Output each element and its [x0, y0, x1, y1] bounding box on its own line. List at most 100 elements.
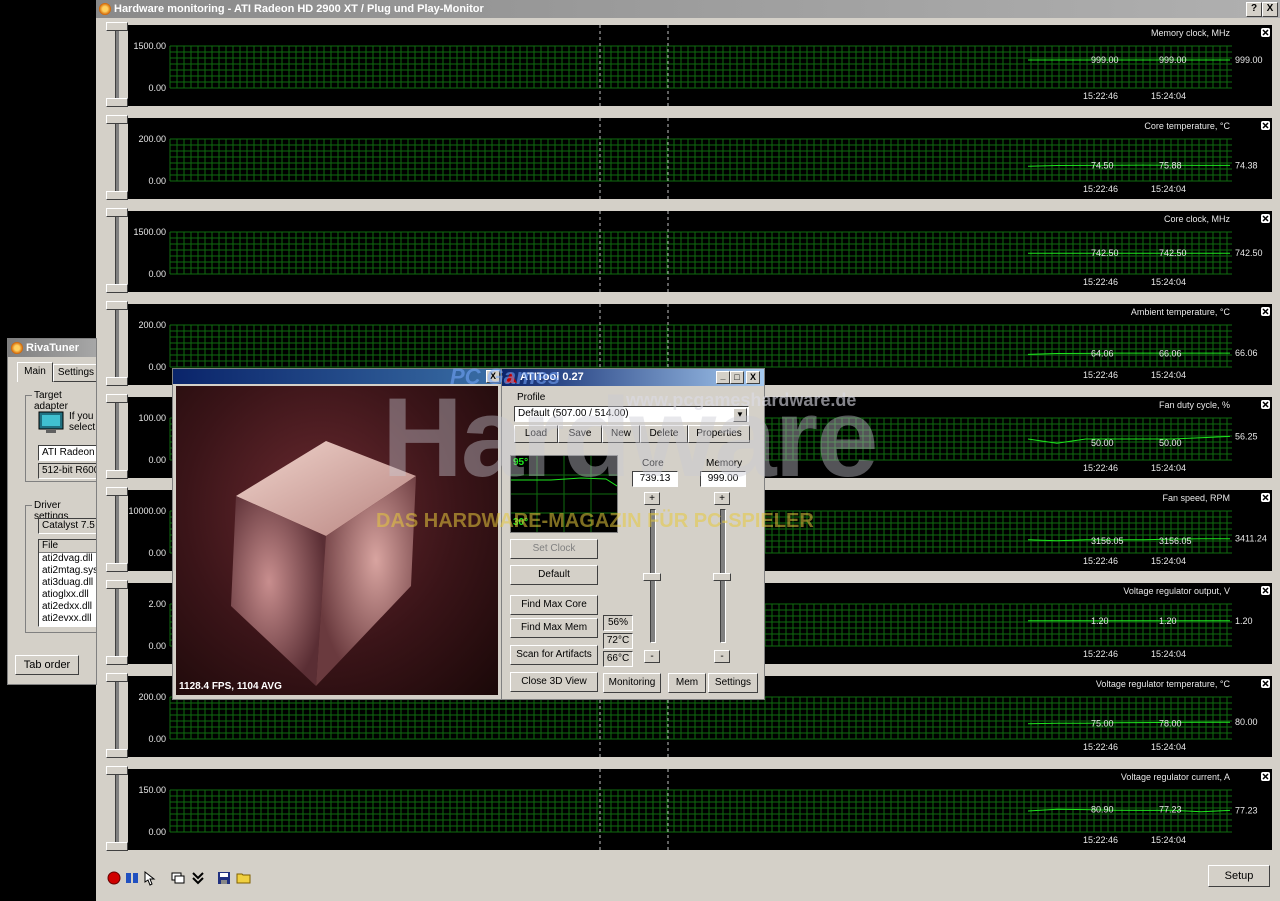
graph-slider-knob[interactable] [106, 377, 128, 386]
atitool-title-bar[interactable]: ATITool 0.27 _ □ X [502, 369, 764, 386]
settings-button[interactable]: Settings [708, 673, 758, 693]
record-icon[interactable] [106, 870, 122, 886]
graph-slider-knob[interactable] [106, 842, 128, 851]
3d-view-title-bar[interactable] [173, 369, 502, 384]
graph-current-value: 66.06 [1235, 348, 1258, 358]
memory-slider-thumb[interactable] [713, 573, 731, 581]
graph-cursor-value: 75.00 [1091, 718, 1114, 728]
adapter-name-field[interactable]: ATI Radeon [38, 445, 96, 461]
close-3d-view-button[interactable]: Close 3D View [510, 672, 598, 692]
save-icon[interactable] [216, 870, 232, 886]
graph-cursor-value: 742.50 [1159, 248, 1187, 258]
graph-range-slider[interactable] [115, 676, 119, 756]
collapse-icon[interactable] [190, 870, 206, 886]
target-adapter-label: Target adapter [32, 390, 96, 412]
mem-button[interactable]: Mem [668, 673, 706, 693]
file-list-item[interactable]: ati3duag.dll [39, 577, 96, 589]
graph-slider-knob[interactable] [106, 470, 128, 479]
scan-artifacts-button[interactable]: Scan for Artifacts [510, 645, 598, 665]
file-list-item[interactable]: ati2edxx.dll [39, 601, 96, 613]
graph-slider-knob[interactable] [106, 673, 128, 682]
graph-slider-knob[interactable] [106, 580, 128, 589]
tab-order-button[interactable]: Tab order [15, 655, 79, 675]
graph-ymax-label: 100.00 [138, 413, 166, 423]
memory-plus-button[interactable]: + [714, 492, 730, 505]
file-list-item[interactable]: ati2mtag.sys [39, 565, 96, 577]
chevron-down-icon[interactable]: ▼ [733, 408, 747, 422]
tab-settings[interactable]: Settings [53, 364, 96, 382]
3d-view-close-button[interactable]: X [486, 370, 500, 383]
rivatuner-title-bar[interactable]: RivaTuner [8, 339, 96, 357]
monitoring-button[interactable]: Monitoring [603, 673, 661, 693]
close-button[interactable]: X [1262, 2, 1278, 17]
file-list-item[interactable]: ati2evxx.dll [39, 613, 96, 625]
delete-profile-button[interactable]: Delete [640, 425, 688, 443]
save-profile-button[interactable]: Save [558, 425, 602, 443]
graph-range-slider[interactable] [115, 769, 119, 849]
set-clock-button[interactable]: Set Clock [510, 539, 598, 559]
graph-slider-knob[interactable] [106, 22, 128, 31]
file-column-header[interactable]: File [39, 540, 96, 553]
graph-slider-knob[interactable] [106, 563, 128, 572]
graph-range-slider[interactable] [115, 490, 119, 570]
find-max-mem-button[interactable]: Find Max Mem [510, 618, 598, 638]
graph-range-slider[interactable] [115, 118, 119, 198]
monitor-icon [38, 411, 64, 433]
graph-slider-knob[interactable] [106, 487, 128, 496]
core-slider-thumb[interactable] [643, 573, 661, 581]
core-minus-button[interactable]: - [644, 650, 660, 663]
core-clock-field[interactable]: 739.13 [632, 471, 678, 487]
maximize-button[interactable]: □ [730, 371, 744, 384]
new-profile-button[interactable]: New [602, 425, 640, 443]
file-list-item[interactable]: atioglxx.dll [39, 589, 96, 601]
driver-file-list[interactable]: File ati2dvag.dll ati2mtag.sys ati3duag.dl… [38, 539, 96, 627]
load-profile-button[interactable]: Load [514, 425, 558, 443]
open-folder-icon[interactable] [236, 870, 252, 886]
atitool-close-button[interactable]: X [746, 371, 760, 384]
profile-select[interactable]: Default (507.00 / 514.00) ▼ [514, 406, 749, 422]
graph-ymax-label: 2.00 [148, 599, 166, 609]
core-plus-button[interactable]: + [644, 492, 660, 505]
graph-slider-knob[interactable] [106, 301, 128, 310]
graph-range-slider[interactable] [115, 25, 119, 105]
graph-slider-knob[interactable] [106, 115, 128, 124]
graph-current-value: 1.20 [1235, 616, 1253, 626]
memory-clock-field[interactable]: 999.00 [700, 471, 746, 487]
title-bar[interactable]: Hardware monitoring - ATI Radeon HD 2900… [96, 0, 1280, 18]
graph-slider-knob[interactable] [106, 98, 128, 107]
find-max-core-button[interactable]: Find Max Core [510, 595, 598, 615]
graph-slider-knob[interactable] [106, 749, 128, 758]
temp-max-label: 95° [513, 457, 529, 468]
graph-slider-knob[interactable] [106, 394, 128, 403]
minimize-button[interactable]: _ [716, 371, 730, 384]
graph-ymin-label: 0.00 [148, 362, 166, 372]
help-button[interactable]: ? [1246, 2, 1262, 17]
driver-version-field: Catalyst 7.5 [38, 518, 96, 534]
file-list-item[interactable]: ati2dvag.dll [39, 553, 96, 565]
graph-ymax-label: 10000.00 [128, 506, 166, 516]
pause-icon[interactable] [124, 870, 140, 886]
properties-button[interactable]: Properties [688, 425, 750, 443]
graph-range-slider[interactable] [115, 583, 119, 663]
graph-panel: Voltage regulator current, A 150.00 0.00 80… [100, 765, 1276, 854]
graph-slider-knob[interactable] [106, 208, 128, 217]
graph-slider-knob[interactable] [106, 191, 128, 200]
graph-time-label: 15:22:46 [1083, 835, 1118, 845]
setup-button[interactable]: Setup [1208, 865, 1270, 887]
cursor-icon[interactable] [142, 870, 158, 886]
graph-cursor-value: 75.88 [1159, 160, 1182, 170]
3d-render-canvas[interactable]: 1128.4 FPS, 1104 AVG [176, 386, 498, 695]
graph-slider-knob[interactable] [106, 766, 128, 775]
graph-cursor-value: 999.00 [1091, 55, 1119, 65]
graph-range-slider[interactable] [115, 397, 119, 477]
memory-minus-button[interactable]: - [714, 650, 730, 663]
graph-cursor-value: 1.20 [1091, 616, 1109, 626]
graph-slider-knob[interactable] [106, 284, 128, 293]
graph-cursor-value: 742.50 [1091, 248, 1119, 258]
tab-main[interactable]: Main [17, 362, 53, 382]
graph-range-slider[interactable] [115, 304, 119, 384]
windows-icon[interactable] [170, 870, 186, 886]
graph-slider-knob[interactable] [106, 656, 128, 665]
default-button[interactable]: Default [510, 565, 598, 585]
graph-range-slider[interactable] [115, 211, 119, 291]
